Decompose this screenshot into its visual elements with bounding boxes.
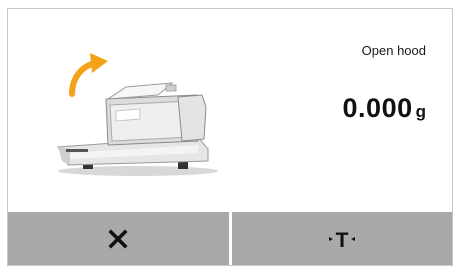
balance-icon xyxy=(57,82,218,176)
balance-screen: Open hood 0.000 g T xyxy=(7,8,453,266)
close-icon xyxy=(108,228,128,249)
weight-display: 0.000 g xyxy=(343,93,426,124)
balance-open-hood-illustration xyxy=(57,53,218,176)
weight-unit: g xyxy=(415,102,426,121)
tare-icon: T xyxy=(328,229,355,250)
tare-label: T xyxy=(335,229,348,250)
weight-value: 0.000 xyxy=(342,93,413,123)
softkey-bar: T xyxy=(8,212,452,265)
cancel-button[interactable] xyxy=(8,212,229,265)
status-message: Open hood xyxy=(361,43,426,58)
open-arrow-icon xyxy=(69,53,108,97)
tare-button[interactable]: T xyxy=(231,212,452,265)
